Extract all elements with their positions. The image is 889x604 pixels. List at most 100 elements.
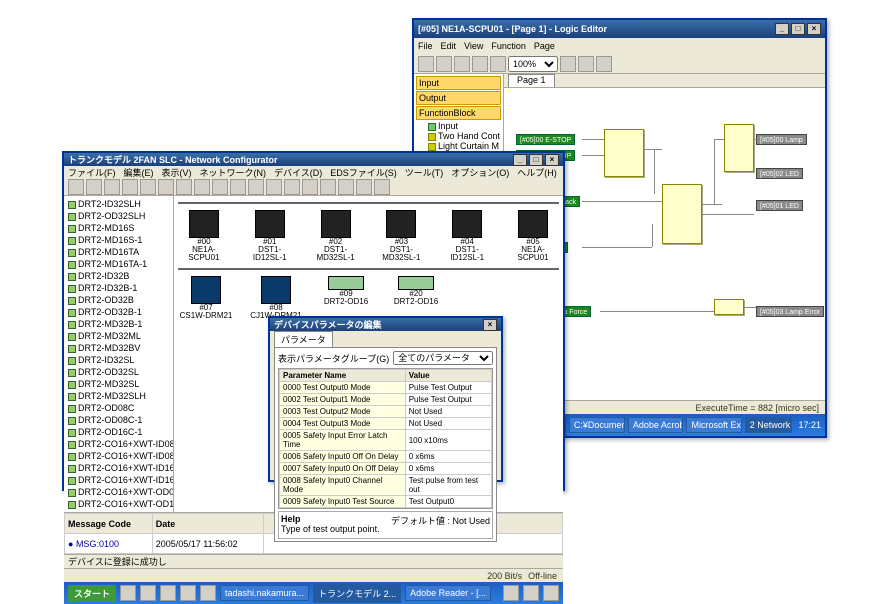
- tool-icon[interactable]: [266, 179, 282, 195]
- tree-item[interactable]: DRT2-MD32SL: [66, 378, 171, 390]
- tree-item[interactable]: DRT2-OD08C-1: [66, 414, 171, 426]
- tray-icon[interactable]: [523, 585, 539, 601]
- tool-icon[interactable]: [320, 179, 336, 195]
- tool-icon[interactable]: [68, 179, 84, 195]
- menu-file[interactable]: File: [418, 41, 433, 51]
- tool-icon[interactable]: [248, 179, 264, 195]
- quicklaunch-icon[interactable]: [160, 585, 176, 601]
- tool-icon[interactable]: [194, 179, 210, 195]
- tree-header-functionblock[interactable]: FunctionBlock: [416, 106, 501, 120]
- menu-item[interactable]: オプション(O): [451, 166, 509, 179]
- tree-item[interactable]: DRT2-ID32SL: [66, 354, 171, 366]
- table-row[interactable]: 0002 Test Output1 ModePulse Test Output: [280, 394, 492, 406]
- quicklaunch-icon[interactable]: [120, 585, 136, 601]
- tree-item[interactable]: DRT2-ID32B-1: [66, 282, 171, 294]
- minimize-button[interactable]: _: [513, 154, 527, 166]
- maximize-button[interactable]: □: [791, 23, 805, 35]
- table-row[interactable]: 0006 Safety Input0 Off On Delay0 x6ms: [280, 451, 492, 463]
- tool-icon[interactable]: [454, 56, 470, 72]
- menu-item[interactable]: ネットワーク(N): [200, 166, 267, 179]
- tree-item[interactable]: DRT2-CO16+XWT-OD08-1: [66, 486, 171, 498]
- output-block[interactable]: [#05]01 LED: [756, 200, 803, 211]
- tree-item[interactable]: DRT2-OD32SL: [66, 366, 171, 378]
- tool-icon[interactable]: [230, 179, 246, 195]
- function-block-estop[interactable]: [604, 129, 644, 177]
- tool-icon[interactable]: [140, 179, 156, 195]
- task-item[interactable]: Adobe Reader - [...: [405, 585, 491, 601]
- tree-item[interactable]: DRT2-MD16S-1: [66, 234, 171, 246]
- tool-icon[interactable]: [578, 56, 594, 72]
- tree-item[interactable]: DRT2-OD16C-1: [66, 426, 171, 438]
- tool-icon[interactable]: [560, 56, 576, 72]
- group-select[interactable]: 全てのパラメータ: [393, 351, 493, 365]
- page-tab[interactable]: Page 1: [508, 74, 555, 87]
- tree-item[interactable]: DRT2-CO16+XWT-ID16-1: [66, 474, 171, 486]
- tray-icon[interactable]: [503, 585, 519, 601]
- menu-item[interactable]: ファイル(F): [68, 166, 116, 179]
- tree-item[interactable]: Two Hand Cont: [416, 131, 501, 141]
- device-node[interactable]: #07CS1W-DRM21: [178, 276, 234, 320]
- quicklaunch-icon[interactable]: [140, 585, 156, 601]
- tool-icon[interactable]: [356, 179, 372, 195]
- tree-group-input[interactable]: Input: [416, 121, 501, 131]
- tray-icon[interactable]: [543, 585, 559, 601]
- tool-icon[interactable]: [418, 56, 434, 72]
- function-block-edm[interactable]: [724, 124, 754, 172]
- task-item[interactable]: Adobe Acrobat ...: [628, 417, 684, 433]
- tool-icon[interactable]: [490, 56, 506, 72]
- task-item[interactable]: C:¥Documents ...: [569, 417, 625, 433]
- tree-item[interactable]: DRT2-MD32ML: [66, 330, 171, 342]
- input-block[interactable]: [#05]00 E-STOP: [516, 134, 575, 145]
- output-block[interactable]: [#05]00 Lamp: [756, 134, 807, 145]
- tree-item[interactable]: DRT2-CO16+XWT-OD16: [66, 498, 171, 510]
- tree-item[interactable]: DRT2-MD16TA: [66, 246, 171, 258]
- maximize-button[interactable]: □: [529, 154, 543, 166]
- tree-item[interactable]: DRT2-MD16S: [66, 222, 171, 234]
- quicklaunch-icon[interactable]: [200, 585, 216, 601]
- task-item-active[interactable]: 2 Network C...: [745, 417, 793, 433]
- tool-icon[interactable]: [122, 179, 138, 195]
- tool-icon[interactable]: [212, 179, 228, 195]
- close-button[interactable]: ×: [545, 154, 559, 166]
- table-row[interactable]: 0003 Test Output2 ModeNot Used: [280, 406, 492, 418]
- function-block-reset[interactable]: [662, 184, 702, 244]
- table-row[interactable]: 0004 Test Output3 ModeNot Used: [280, 418, 492, 430]
- device-node[interactable]: #02DST1-MD32SL-1: [310, 210, 362, 262]
- tool-icon[interactable]: [86, 179, 102, 195]
- tree-item[interactable]: DRT2-OD32B-1: [66, 306, 171, 318]
- tree-item[interactable]: DRT2-CO16+XWT-ID08: [66, 438, 171, 450]
- task-item[interactable]: tadashi.nakamura...: [220, 585, 309, 601]
- table-row[interactable]: 0008 Safety Input0 Channel ModeTest puls…: [280, 475, 492, 496]
- tree-item[interactable]: DRT2-ID32SLH: [66, 198, 171, 210]
- device-node[interactable]: #00NE1A-SCPU01: [178, 210, 230, 262]
- tool-icon[interactable]: [472, 56, 488, 72]
- tree-item[interactable]: DRT2-OD08C: [66, 402, 171, 414]
- tree-item[interactable]: DRT2-OD32SLH: [66, 210, 171, 222]
- task-item-active[interactable]: トランクモデル 2...: [313, 584, 401, 603]
- table-row[interactable]: 0005 Safety Input Error Latch Time100 x1…: [280, 430, 492, 451]
- minimize-button[interactable]: _: [775, 23, 789, 35]
- output-block[interactable]: [#05]03 Lamp Error: [756, 306, 824, 317]
- tool-icon[interactable]: [374, 179, 390, 195]
- tree-item[interactable]: DRT2-CO16+XWT-ID08-1: [66, 450, 171, 462]
- tool-icon[interactable]: [596, 56, 612, 72]
- quicklaunch-icon[interactable]: [180, 585, 196, 601]
- titlebar[interactable]: デバイスパラメータの編集 ×: [270, 318, 501, 331]
- output-block[interactable]: [#05]02 LED: [756, 168, 803, 179]
- menu-item[interactable]: EDSファイル(S): [330, 166, 397, 179]
- tool-icon[interactable]: [176, 179, 192, 195]
- tree-item[interactable]: DRT2-MD32SLH: [66, 390, 171, 402]
- tree-item[interactable]: DRT2-ID32B: [66, 270, 171, 282]
- menu-view[interactable]: View: [464, 41, 483, 51]
- tree-header-output[interactable]: Output: [416, 91, 501, 105]
- device-node[interactable]: #01DST1-ID12SL-1: [244, 210, 296, 262]
- tree-item[interactable]: DRT2-MD32BV: [66, 342, 171, 354]
- device-node[interactable]: #05NE1A-SCPU01: [507, 210, 559, 262]
- start-button[interactable]: スタート: [68, 585, 116, 602]
- titlebar[interactable]: [#05] NE1A-SCPU01 - [Page 1] - Logic Edi…: [414, 20, 825, 38]
- tree-item[interactable]: DRT2-OD32B: [66, 294, 171, 306]
- tool-icon[interactable]: [284, 179, 300, 195]
- menu-item[interactable]: ヘルプ(H): [517, 166, 557, 179]
- device-tree[interactable]: DRT2-ID32SLHDRT2-OD32SLHDRT2-MD16SDRT2-M…: [64, 196, 174, 512]
- tab-parameter[interactable]: パラメータ: [274, 331, 333, 347]
